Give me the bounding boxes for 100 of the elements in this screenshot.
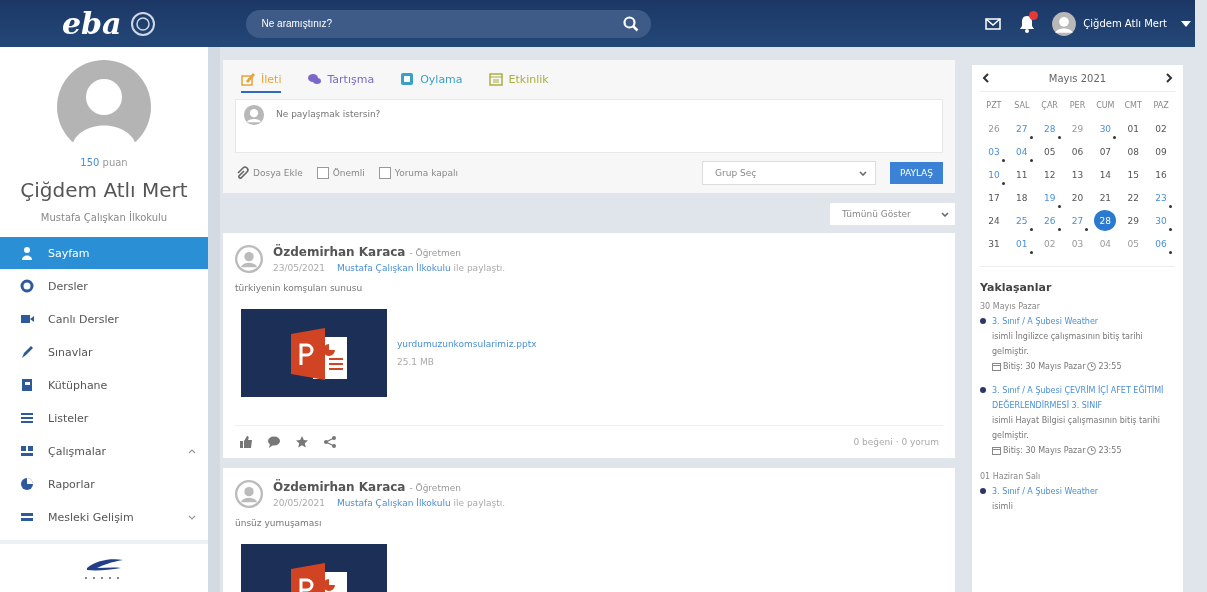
sidebar-item[interactable]: Mesleki Gelişim bbox=[0, 501, 208, 533]
event-link[interactable]: 3. Sınıf / A Şubesi Weather bbox=[992, 484, 1099, 499]
post-input[interactable]: Ne paylaşmak istersin? bbox=[235, 99, 943, 153]
checkbox[interactable] bbox=[316, 167, 329, 179]
deadline-text: Bitiş: 30 Mayıs Pazar bbox=[1003, 445, 1086, 457]
calendar-day[interactable]: 15 bbox=[1119, 164, 1148, 185]
bell-icon[interactable] bbox=[1019, 14, 1036, 33]
search-icon[interactable] bbox=[622, 15, 639, 32]
composer-tab[interactable]: Tartışma bbox=[307, 70, 375, 93]
checkbox[interactable] bbox=[378, 167, 391, 179]
attach-file-button[interactable]: Dosya Ekle bbox=[235, 166, 303, 180]
sidebar-item[interactable]: Listeler bbox=[0, 402, 208, 434]
calendar-day[interactable]: 16 bbox=[1147, 164, 1175, 185]
event-link[interactable]: 3. Sınıf / A Şubesi Weather bbox=[992, 314, 1175, 329]
calendar-day[interactable]: 02 bbox=[1147, 118, 1175, 139]
calendar-day[interactable]: 06 bbox=[1147, 233, 1175, 254]
event-dot bbox=[1085, 228, 1089, 231]
author-name[interactable]: Özdemirhan Karaca bbox=[273, 245, 406, 259]
calendar-day[interactable]: 11 bbox=[1007, 164, 1036, 185]
file-link[interactable]: yurdumuzunkomsularimiz.pptx bbox=[397, 339, 537, 349]
user-name[interactable]: Çiğdem Atlı Mert bbox=[1083, 18, 1167, 29]
calendar-day[interactable]: 26 bbox=[1035, 210, 1064, 231]
calendar-day[interactable]: 29 bbox=[1063, 118, 1092, 139]
calendar-day[interactable]: 29 bbox=[1119, 210, 1148, 231]
chevron-right-icon[interactable] bbox=[1165, 73, 1173, 83]
comment-icon[interactable] bbox=[267, 435, 281, 449]
sidebar-item[interactable]: Canlı Dersler bbox=[0, 303, 208, 335]
calendar-day[interactable]: 05 bbox=[1035, 141, 1064, 162]
bullet-icon bbox=[980, 488, 986, 494]
chevron-down-icon bbox=[941, 211, 949, 217]
calendar-day[interactable]: 03 bbox=[1063, 233, 1092, 254]
sidebar-item[interactable]: Raporlar bbox=[0, 468, 208, 500]
shared-with-text: Mustafa Çalışkan İlkokulu ile paylaştı. bbox=[336, 498, 506, 508]
composer-tab[interactable]: Etkinlik bbox=[488, 70, 549, 93]
chevron-down-icon bbox=[859, 170, 868, 176]
calendar-day[interactable]: 07 bbox=[1091, 141, 1120, 162]
calendar-day[interactable]: 12 bbox=[1035, 164, 1064, 185]
avatar-icon[interactable] bbox=[1051, 10, 1078, 37]
composer-tab[interactable]: İleti bbox=[241, 70, 282, 93]
group-link[interactable]: Mustafa Çalışkan İlkokulu bbox=[336, 498, 451, 508]
share-button[interactable]: PAYLAŞ bbox=[890, 162, 943, 184]
checkbox-option[interactable]: Önemli bbox=[316, 167, 365, 179]
chat-bubbles-icon bbox=[307, 72, 322, 86]
caret-icon[interactable] bbox=[1181, 20, 1191, 27]
like-icon[interactable] bbox=[239, 435, 253, 449]
calendar-day[interactable]: 24 bbox=[980, 210, 1008, 231]
calendar-day[interactable]: 18 bbox=[1007, 187, 1036, 208]
group-select[interactable]: Grup Seç bbox=[702, 161, 877, 185]
mail-icon[interactable] bbox=[985, 17, 1002, 30]
calendar-day[interactable]: 01 bbox=[1007, 233, 1036, 254]
star-icon[interactable] bbox=[295, 435, 309, 449]
event-date: 01 Haziran Salı bbox=[980, 472, 1042, 481]
composer-tab[interactable]: Oylama bbox=[400, 70, 463, 93]
calendar-day[interactable]: 04 bbox=[1007, 141, 1036, 162]
event-dot bbox=[1169, 228, 1172, 231]
sidebar-item[interactable]: Sınavlar bbox=[0, 336, 208, 368]
calendar-day[interactable]: 20 bbox=[1063, 187, 1092, 208]
event-dot bbox=[1001, 159, 1005, 162]
calendar-day[interactable]: 30 bbox=[1147, 210, 1175, 231]
calendar-day[interactable]: 05 bbox=[1119, 233, 1148, 254]
calendar-day[interactable]: 26 bbox=[980, 118, 1008, 139]
avatar-icon bbox=[235, 480, 263, 508]
calendar-day[interactable]: 30 bbox=[1091, 118, 1120, 139]
sidebar-item[interactable]: Sayfam bbox=[0, 237, 208, 269]
profile-avatar-icon bbox=[56, 59, 152, 155]
sidebar-item[interactable]: Kütüphane bbox=[0, 369, 208, 401]
pencil-icon bbox=[20, 345, 34, 359]
calendar-day[interactable]: 09 bbox=[1147, 141, 1175, 162]
checkbox-option[interactable]: Yoruma kapalı bbox=[378, 167, 458, 179]
post-text: türkiyenin komşuları sunusu bbox=[235, 283, 364, 293]
calendar-day[interactable]: 03 bbox=[980, 141, 1008, 162]
eba-logo[interactable]: eba bbox=[62, 8, 122, 39]
calendar-day[interactable]: 27 bbox=[1063, 210, 1092, 231]
calendar-day[interactable]: 31 bbox=[980, 233, 1008, 254]
calendar-day[interactable]: 23 bbox=[1147, 187, 1175, 208]
calendar-day[interactable]: 13 bbox=[1063, 164, 1092, 185]
search-field[interactable]: Ne aramıştınız? bbox=[245, 9, 651, 38]
chevron-left-icon[interactable] bbox=[982, 73, 990, 83]
sidebar-item[interactable]: Dersler bbox=[0, 270, 208, 302]
calendar-day[interactable]: 28 bbox=[1094, 210, 1117, 231]
event-link[interactable]: 3. Sınıf / A Şubesi ÇEVRİM İÇİ AFET EĞİTİMİ DEĞERLENDİRMESİ 3. SINIF bbox=[992, 383, 1175, 413]
calendar-day[interactable]: 14 bbox=[1091, 164, 1120, 185]
calendar-day[interactable]: 08 bbox=[1119, 141, 1148, 162]
calendar-day[interactable]: 04 bbox=[1091, 233, 1120, 254]
author-name[interactable]: Özdemirhan Karaca bbox=[273, 480, 406, 494]
calendar-day[interactable]: 22 bbox=[1119, 187, 1148, 208]
calendar-day[interactable]: 25 bbox=[1007, 210, 1036, 231]
calendar-day[interactable]: 17 bbox=[980, 187, 1008, 208]
calendar-day[interactable]: 27 bbox=[1007, 118, 1036, 139]
calendar-day[interactable]: 06 bbox=[1063, 141, 1092, 162]
calendar-day[interactable]: 21 bbox=[1091, 187, 1120, 208]
share-icon[interactable] bbox=[323, 435, 337, 449]
filter-select[interactable]: Tümünü Göster bbox=[830, 203, 955, 225]
group-link[interactable]: Mustafa Çalışkan İlkokulu bbox=[336, 263, 451, 273]
calendar-day[interactable]: 02 bbox=[1035, 233, 1064, 254]
calendar-day[interactable]: 28 bbox=[1035, 118, 1064, 139]
calendar-day[interactable]: 10 bbox=[980, 164, 1008, 185]
calendar-day[interactable]: 01 bbox=[1119, 118, 1148, 139]
calendar-day[interactable]: 19 bbox=[1035, 187, 1064, 208]
sidebar-item[interactable]: Çalışmalar bbox=[0, 435, 208, 467]
